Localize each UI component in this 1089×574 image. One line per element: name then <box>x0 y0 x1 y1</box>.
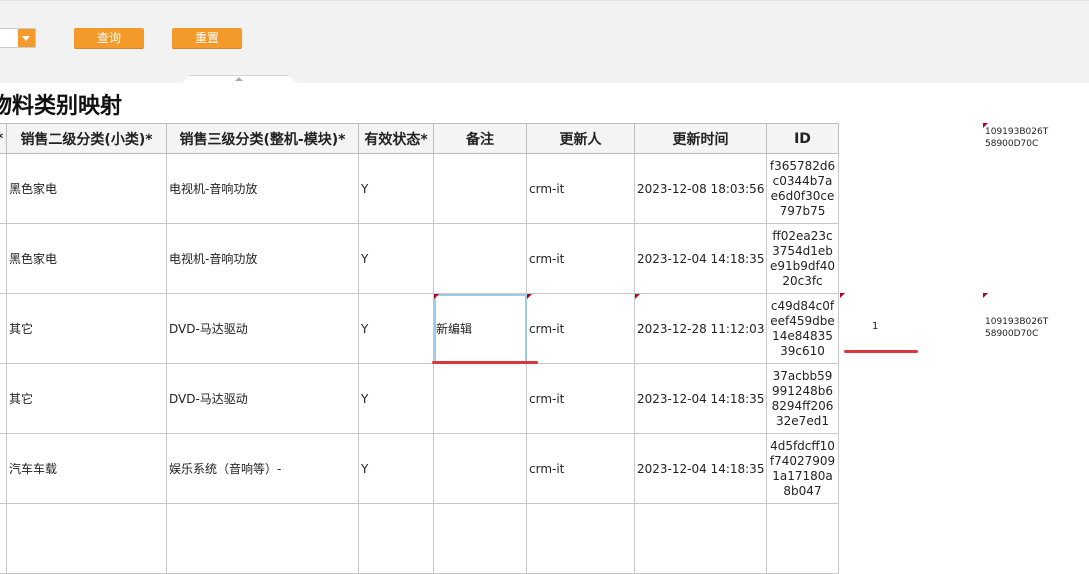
table-row[interactable]: 黑色家电 电视机-音响功放 Y crm-it 2023-12-08 18:03:… <box>0 153 839 224</box>
table-cell[interactable] <box>766 503 839 574</box>
table-cell[interactable]: 2023-12-04 14:18:35 <box>634 363 767 434</box>
table-cell[interactable]: crm-it <box>526 223 635 294</box>
table-cell[interactable]: 黑色家电 <box>6 153 167 224</box>
table-cell[interactable]: 4d5fdcff10f740279091a17180a8b047 <box>766 433 839 504</box>
table-cell[interactable] <box>634 503 767 574</box>
table-cell[interactable]: crm-it <box>526 363 635 434</box>
table-cell[interactable]: DVD-马达驱动 <box>166 363 359 434</box>
collapse-toggle[interactable] <box>181 75 297 84</box>
table-cell[interactable] <box>433 503 527 574</box>
table-cell[interactable]: crm-it <box>526 293 635 364</box>
table-cell[interactable]: 电视机-音响功放 <box>166 153 359 224</box>
table-row[interactable]: 黑色家电 电视机-音响功放 Y crm-it 2023-12-04 14:18:… <box>0 223 839 294</box>
column-header[interactable]: 有效状态* <box>358 123 434 154</box>
chevron-down-icon[interactable] <box>18 29 35 47</box>
table-row[interactable] <box>0 503 839 574</box>
table-cell[interactable]: 汽车车载 <box>6 433 167 504</box>
highlight-underline <box>844 350 918 353</box>
table-cell[interactable]: DVD-马达驱动 <box>166 293 359 364</box>
table-cell[interactable]: crm-it <box>526 153 635 224</box>
table-cell[interactable]: 电视机-音响功放 <box>166 223 359 294</box>
table-cell[interactable]: 2023-12-28 11:12:03 <box>634 293 767 364</box>
table-cell[interactable]: f365782d6c0344b7ae6d0f30ce797b75 <box>766 153 839 224</box>
table-cell[interactable]: Y <box>358 153 434 224</box>
table-cell[interactable]: 2023-12-04 14:18:35 <box>634 223 767 294</box>
table-header-row: * 销售二级分类(小类)* 销售三级分类(整机-模块)* 有效状态* 备注 更新… <box>0 123 839 154</box>
column-header[interactable]: ID <box>766 123 839 154</box>
data-table: * 销售二级分类(小类)* 销售三级分类(整机-模块)* 有效状态* 备注 更新… <box>0 123 839 574</box>
table-cell[interactable]: 黑色家电 <box>6 223 167 294</box>
table-row[interactable]: 其它 DVD-马达驱动 Y crm-it 2023-12-04 14:18:35… <box>0 363 839 434</box>
remark-edit-cell[interactable]: 新编辑 <box>433 293 527 364</box>
side-code-line: 109193B026T <box>985 127 1049 137</box>
table-cell[interactable]: 娱乐系统（音响等）- <box>166 433 359 504</box>
table-cell[interactable] <box>526 503 635 574</box>
page-title: 物料类别映射 <box>0 94 123 119</box>
table-cell[interactable]: Y <box>358 293 434 364</box>
side-code-line: 58900D70C <box>985 329 1039 339</box>
table-cell[interactable]: ff02ea23c3754d1ebe91b9df4020c3fc <box>766 223 839 294</box>
table-cell[interactable] <box>433 433 527 504</box>
table-cell[interactable] <box>433 153 527 224</box>
column-header[interactable]: 更新时间 <box>634 123 767 154</box>
reset-button[interactable]: 重置 <box>172 28 242 48</box>
side-code: 109193B026T 58900D70C <box>985 126 1048 150</box>
query-button[interactable]: 查询 <box>74 28 144 48</box>
edit-count: 1 <box>872 321 879 332</box>
table-cell[interactable]: 37acbb59991248b68294ff20632e7ed1 <box>766 363 839 434</box>
table-cell[interactable]: 其它 <box>6 293 167 364</box>
table-cell[interactable] <box>358 503 434 574</box>
column-header[interactable]: 备注 <box>433 123 527 154</box>
table-cell[interactable] <box>433 363 527 434</box>
dirty-marker-icon <box>983 293 988 298</box>
side-code-line: 58900D70C <box>985 139 1039 149</box>
side-code: 109193B026T 58900D70C <box>985 316 1048 340</box>
table-cell[interactable] <box>6 503 167 574</box>
table-row[interactable]: 其它 DVD-马达驱动 Y 新编辑 crm-it 2023-12-28 11:1… <box>0 293 839 364</box>
table-cell[interactable]: 2023-12-08 18:03:56 <box>634 153 767 224</box>
dirty-marker-icon <box>840 293 845 298</box>
table-cell[interactable]: Y <box>358 223 434 294</box>
filter-select[interactable] <box>0 28 36 48</box>
table-cell[interactable]: Y <box>358 433 434 504</box>
table-cell[interactable]: c49d84c0feef459dbe14e8483539c610 <box>766 293 839 364</box>
side-code-line: 109193B026T <box>985 317 1049 327</box>
column-header[interactable]: 销售三级分类(整机-模块)* <box>166 123 359 154</box>
table-cell[interactable] <box>433 223 527 294</box>
highlight-underline <box>432 361 538 364</box>
table-cell[interactable]: crm-it <box>526 433 635 504</box>
table-cell[interactable]: Y <box>358 363 434 434</box>
column-header[interactable]: 更新人 <box>526 123 635 154</box>
table-cell[interactable] <box>166 503 359 574</box>
table-cell[interactable]: 其它 <box>6 363 167 434</box>
column-header[interactable]: 销售二级分类(小类)* <box>6 123 167 154</box>
table-row[interactable]: 汽车车载 娱乐系统（音响等）- Y crm-it 2023-12-04 14:1… <box>0 433 839 504</box>
table-cell[interactable]: 2023-12-04 14:18:35 <box>634 433 767 504</box>
filter-bar: 查询 重置 <box>0 0 1089 84</box>
